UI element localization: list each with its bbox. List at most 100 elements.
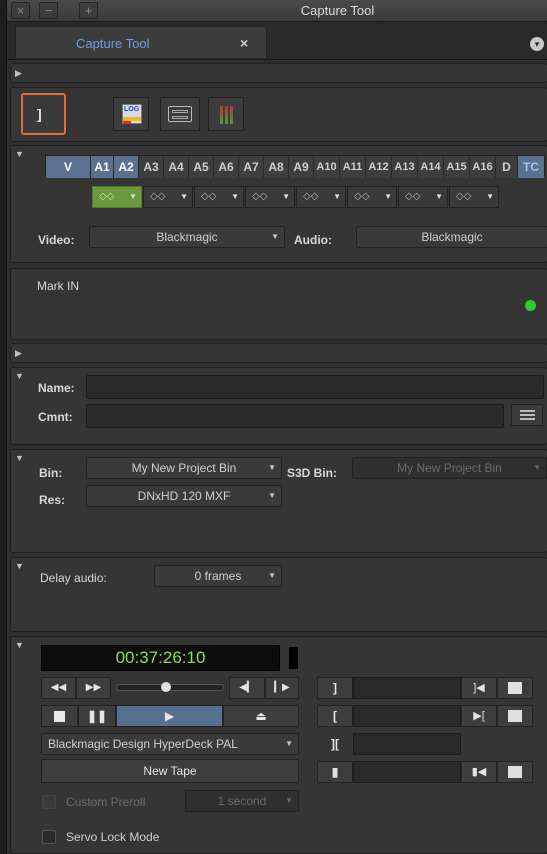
track-a14-button[interactable]: A14	[418, 156, 444, 178]
servo-lock-checkbox[interactable]	[42, 830, 56, 844]
resolution-label: Res:	[39, 493, 66, 507]
rewind-button[interactable]: ◀◀	[41, 677, 76, 699]
clip-info-panel: ▼ Name: Cmnt:	[10, 367, 547, 445]
deck-select-dropdown[interactable]: Blackmagic Design HyperDeck PAL ▼	[41, 733, 299, 755]
monitor-link-icon: ◇◇	[252, 191, 268, 202]
track-a15-button[interactable]: A15	[444, 156, 470, 178]
capture-mode-button[interactable]: ]	[21, 93, 66, 135]
mark-point-field[interactable]	[353, 761, 461, 783]
deck-button[interactable]	[160, 97, 200, 131]
stop-button[interactable]	[41, 705, 78, 727]
monitor-link-icon: ◇◇	[303, 191, 319, 202]
monitor-link-icon: ◇◇	[456, 191, 472, 202]
eject-button[interactable]: ⏏	[223, 705, 299, 727]
monitor-link-icon: ◇◇	[201, 191, 217, 202]
log-mode-button[interactable]: LOG	[113, 97, 149, 131]
preroll-dropdown: 1 second ▼	[185, 790, 299, 812]
expand-triangle-icon[interactable]: ▶	[15, 68, 22, 79]
comment-list-button[interactable]	[511, 404, 543, 426]
capture-tool-window: × − + Capture Tool Capture Tool × ▾ ▶ ] …	[6, 0, 547, 854]
list-icon	[520, 410, 535, 420]
expand-triangle-icon[interactable]: ▶	[15, 348, 22, 359]
tab-menu-icon[interactable]: ▾	[530, 37, 544, 51]
track-v-button[interactable]: V	[46, 156, 91, 178]
shuttle-slider[interactable]	[116, 682, 224, 692]
audio-meter-button[interactable]	[208, 97, 244, 131]
track-a2-button[interactable]: A2	[114, 156, 139, 178]
go-to-out-button[interactable]: ▶[	[461, 705, 497, 727]
duration-button[interactable]: ][	[317, 733, 353, 755]
track-selector: V A1 A2 A3 A4 A5 A6 A7 A8 A9 A10 A11 A12…	[45, 155, 545, 178]
track-a12-button[interactable]: A12	[366, 156, 392, 178]
monitor-dropdown-7[interactable]: ◇◇ ▼	[398, 186, 448, 208]
fast-forward-icon: ▶▶	[85, 682, 102, 693]
duration-field[interactable]	[353, 733, 461, 755]
deck-icon	[168, 106, 192, 122]
tab-label: Capture Tool	[76, 36, 150, 51]
pause-button[interactable]: ❚❚	[78, 705, 116, 727]
step-back-button[interactable]: ◀▎	[229, 677, 265, 699]
track-a7-button[interactable]: A7	[239, 156, 264, 178]
monitor-dropdown-4[interactable]: ◇◇ ▼	[245, 186, 295, 208]
track-a16-button[interactable]: A16	[470, 156, 496, 178]
audio-meter-icon	[220, 106, 234, 124]
mark-out-button[interactable]: [	[317, 705, 353, 727]
clear-point-button[interactable]	[497, 761, 533, 783]
resolution-dropdown[interactable]: DNxHD 120 MXF ▼	[86, 485, 282, 507]
servo-lock-label: Servo Lock Mode	[66, 830, 160, 844]
track-a1-button[interactable]: A1	[91, 156, 114, 178]
go-to-in-button[interactable]: ]◀	[461, 677, 497, 699]
collapse-triangle-icon[interactable]: ▼	[15, 640, 24, 650]
mark-out-field[interactable]	[353, 705, 461, 727]
close-tab-icon[interactable]: ×	[240, 35, 248, 51]
bin-dropdown[interactable]: My New Project Bin ▼	[86, 457, 282, 479]
clear-in-button[interactable]	[497, 677, 533, 699]
monitor-dropdown-8[interactable]: ◇◇ ▼	[449, 186, 499, 208]
monitor-dropdown-5[interactable]: ◇◇ ▼	[296, 186, 346, 208]
collapse-triangle-icon[interactable]: ▼	[15, 561, 24, 571]
clip-name-field[interactable]	[86, 375, 544, 399]
audio-input-dropdown[interactable]: Blackmagic	[356, 226, 547, 248]
video-input-dropdown[interactable]: Blackmagic ▼	[89, 226, 285, 248]
monitor-dropdown-2[interactable]: ◇◇ ▼	[143, 186, 193, 208]
collapse-triangle-icon[interactable]: ▼	[15, 371, 24, 381]
mark-in-field[interactable]	[353, 677, 461, 699]
track-a9-button[interactable]: A9	[289, 156, 314, 178]
track-tc-button[interactable]: TC	[518, 156, 544, 178]
monitor-dropdown-6[interactable]: ◇◇ ▼	[347, 186, 397, 208]
collapsed-panel-middle: ▶	[10, 343, 547, 363]
collapsed-panel-top: ▶	[10, 63, 547, 83]
monitor-dropdown-1[interactable]: ◇◇ ▼	[92, 186, 142, 208]
track-a10-button[interactable]: A10	[314, 156, 340, 178]
shuttle-slider-thumb[interactable]	[161, 682, 171, 692]
collapse-triangle-icon[interactable]: ▼	[15, 453, 24, 463]
new-tape-button[interactable]: New Tape	[41, 759, 299, 783]
mark-point-button[interactable]: ▮	[317, 761, 353, 783]
delay-audio-dropdown[interactable]: 0 frames ▼	[154, 565, 282, 587]
track-a5-button[interactable]: A5	[189, 156, 214, 178]
tab-capture-tool[interactable]: Capture Tool ×	[15, 26, 267, 58]
monitor-dropdown-3[interactable]: ◇◇ ▼	[194, 186, 244, 208]
track-a8-button[interactable]: A8	[264, 156, 289, 178]
track-a13-button[interactable]: A13	[392, 156, 418, 178]
go-to-point-button[interactable]: ▮◀	[461, 761, 497, 783]
track-a6-button[interactable]: A6	[214, 156, 239, 178]
clip-comment-field[interactable]	[86, 404, 504, 428]
monitor-link-icon: ◇◇	[99, 191, 115, 202]
step-back-icon: ◀▎	[239, 682, 255, 693]
clear-point-icon	[508, 766, 522, 778]
track-d-button[interactable]: D	[496, 156, 518, 178]
track-a4-button[interactable]: A4	[164, 156, 189, 178]
track-a11-button[interactable]: A11	[340, 156, 366, 178]
mode-toolbar-panel: ] LOG	[10, 87, 547, 142]
mark-in-button[interactable]: ]	[317, 677, 353, 699]
status-text: Mark IN	[37, 279, 79, 293]
fast-forward-button[interactable]: ▶▶	[76, 677, 111, 699]
track-a3-button[interactable]: A3	[139, 156, 164, 178]
play-button[interactable]: ▶	[116, 705, 223, 727]
collapse-triangle-icon[interactable]: ▼	[15, 149, 24, 159]
step-forward-button[interactable]: ▎▶	[265, 677, 299, 699]
step-forward-icon: ▎▶	[274, 682, 290, 693]
clear-out-button[interactable]	[497, 705, 533, 727]
stop-icon	[54, 711, 65, 722]
